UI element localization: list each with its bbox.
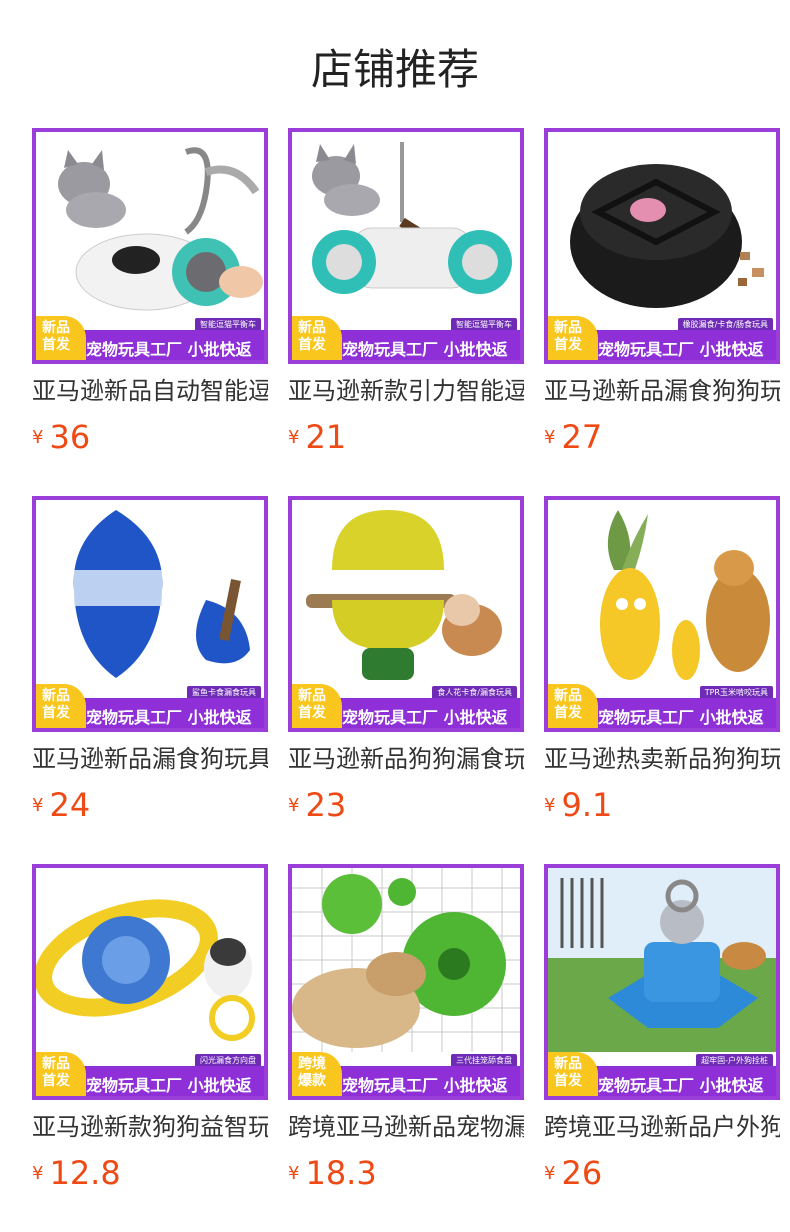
badge-text: 新品 首发: [554, 1056, 582, 1089]
price-value: 23: [305, 786, 347, 824]
product-price: ¥24: [32, 786, 91, 824]
product-name[interactable]: 亚马逊新品狗狗漏食玩具: [288, 744, 524, 774]
product-image[interactable]: 智能逗猫平衡车 宠物玩具工厂 小批快返 新品 首发: [288, 128, 524, 364]
product-name[interactable]: 亚马逊新款狗狗益智玩具: [32, 1112, 268, 1142]
new-arrival-badge: 新品 首发: [548, 684, 598, 728]
product-price: ¥23: [288, 786, 347, 824]
product-price: ¥36: [32, 418, 91, 456]
product-image[interactable]: TPR玉米啃咬玩具 宠物玩具工厂 小批快返 新品 首发: [544, 496, 780, 732]
product-price: ¥26: [544, 1154, 603, 1192]
price-value: 12.8: [49, 1154, 121, 1192]
promo-strip-text: 宠物玩具工厂 小批快返: [342, 708, 508, 727]
promo-strip-text: 宠物玩具工厂 小批快返: [86, 708, 252, 727]
badge-text: 新品 首发: [554, 688, 582, 721]
currency-symbol: ¥: [544, 794, 556, 816]
currency-symbol: ¥: [288, 794, 300, 816]
product-image[interactable]: 闪光漏食方向盘 宠物玩具工厂 小批快返 新品 首发: [32, 864, 268, 1100]
promo-strip-text: 宠物玩具工厂 小批快返: [342, 340, 508, 359]
currency-symbol: ¥: [32, 1162, 44, 1184]
cat-toy-car-icon: [312, 142, 512, 294]
currency-symbol: ¥: [32, 426, 44, 448]
dog-tie-out-stake-icon: [548, 868, 776, 1052]
price-value: 26: [561, 1154, 603, 1192]
promo-strip-text: 宠物玩具工厂 小批快返: [342, 1076, 508, 1095]
price-value: 18.3: [305, 1154, 377, 1192]
corn-chew-toy-icon: [600, 510, 770, 680]
product-name[interactable]: 亚马逊热卖新品狗狗玩具: [544, 744, 780, 774]
new-arrival-badge: 新品 首发: [292, 316, 342, 360]
shark-toy-icon: [73, 510, 250, 678]
product-image[interactable]: 超牢固-户外狗拴桩 宠物玩具工厂 小批快返 新品 首发: [544, 864, 780, 1100]
product-name[interactable]: 跨境亚马逊新品户外狗狗拴桩: [544, 1112, 780, 1142]
product-price: ¥9.1: [544, 786, 613, 824]
badge-text: 新品 首发: [298, 320, 326, 353]
product-name[interactable]: 亚马逊新款引力智能逗猫车: [288, 376, 524, 406]
new-arrival-badge: 新品 首发: [36, 316, 86, 360]
product-image[interactable]: 三代挂笼舔食盘 宠物玩具工厂 小批快返 跨境 爆款: [288, 864, 524, 1100]
currency-symbol: ¥: [544, 1162, 556, 1184]
ufo-feeder-toy-icon: [36, 899, 255, 1041]
new-arrival-badge: 新品 首发: [292, 684, 342, 728]
product-price: ¥27: [544, 418, 603, 456]
badge-text: 新品 首发: [42, 320, 70, 353]
price-value: 27: [561, 418, 603, 456]
price-value: 36: [49, 418, 91, 456]
price-value: 9.1: [561, 786, 613, 824]
product-price: ¥21: [288, 418, 347, 456]
promo-strip-text: 宠物玩具工厂 小批快返: [86, 340, 252, 359]
currency-symbol: ¥: [288, 1162, 300, 1184]
promo-strip-text: 宠物玩具工厂 小批快返: [86, 1076, 252, 1095]
new-arrival-badge: 新品 首发: [36, 684, 86, 728]
product-name[interactable]: 亚马逊新品漏食狗狗玩具: [544, 376, 780, 406]
currency-symbol: ¥: [32, 794, 44, 816]
cat-toy-car-icon: [58, 147, 263, 311]
product-image[interactable]: 智能逗猫平衡车 宠物玩具工厂 小批快返 新品 首发: [32, 128, 268, 364]
price-value: 24: [49, 786, 91, 824]
page-title: 店铺推荐: [310, 45, 479, 94]
new-arrival-badge: 新品 首发: [548, 1052, 598, 1096]
product-name[interactable]: 亚马逊新品自动智能逗猫平衡车: [32, 376, 268, 406]
badge-text: 新品 首发: [42, 688, 70, 721]
currency-symbol: ¥: [288, 426, 300, 448]
promo-strip-text: 宠物玩具工厂 小批快返: [598, 340, 764, 359]
badge-text: 跨境 爆款: [298, 1056, 326, 1089]
rubber-tire-toy-icon: [570, 164, 764, 308]
flower-feeder-toy-icon: [306, 510, 502, 680]
promo-strip-text: 宠物玩具工厂 小批快返: [598, 1076, 764, 1095]
badge-text: 新品 首发: [298, 688, 326, 721]
cross-border-hot-badge: 跨境 爆款: [292, 1052, 342, 1096]
product-price: ¥12.8: [32, 1154, 121, 1192]
currency-symbol: ¥: [544, 426, 556, 448]
product-name[interactable]: 亚马逊新品漏食狗玩具: [32, 744, 268, 774]
price-value: 21: [305, 418, 347, 456]
product-name[interactable]: 跨境亚马逊新品宠物漏食盘: [288, 1112, 524, 1142]
product-price: ¥18.3: [288, 1154, 377, 1192]
product-image[interactable]: 橡胶漏食/卡食/肠食玩具 宠物玩具工厂 小批快返 新品 首发: [544, 128, 780, 364]
product-image[interactable]: 食人花卡食/漏食玩具 宠物玩具工厂 小批快返 新品 首发: [288, 496, 524, 732]
badge-text: 新品 首发: [42, 1056, 70, 1089]
lick-mat-icon: [292, 868, 520, 1052]
new-arrival-badge: 新品 首发: [36, 1052, 86, 1096]
product-image[interactable]: 鲨鱼卡食漏食玩具 宠物玩具工厂 小批快返 新品 首发: [32, 496, 268, 732]
badge-text: 新品 首发: [554, 320, 582, 353]
new-arrival-badge: 新品 首发: [548, 316, 598, 360]
promo-strip-text: 宠物玩具工厂 小批快返: [598, 708, 764, 727]
